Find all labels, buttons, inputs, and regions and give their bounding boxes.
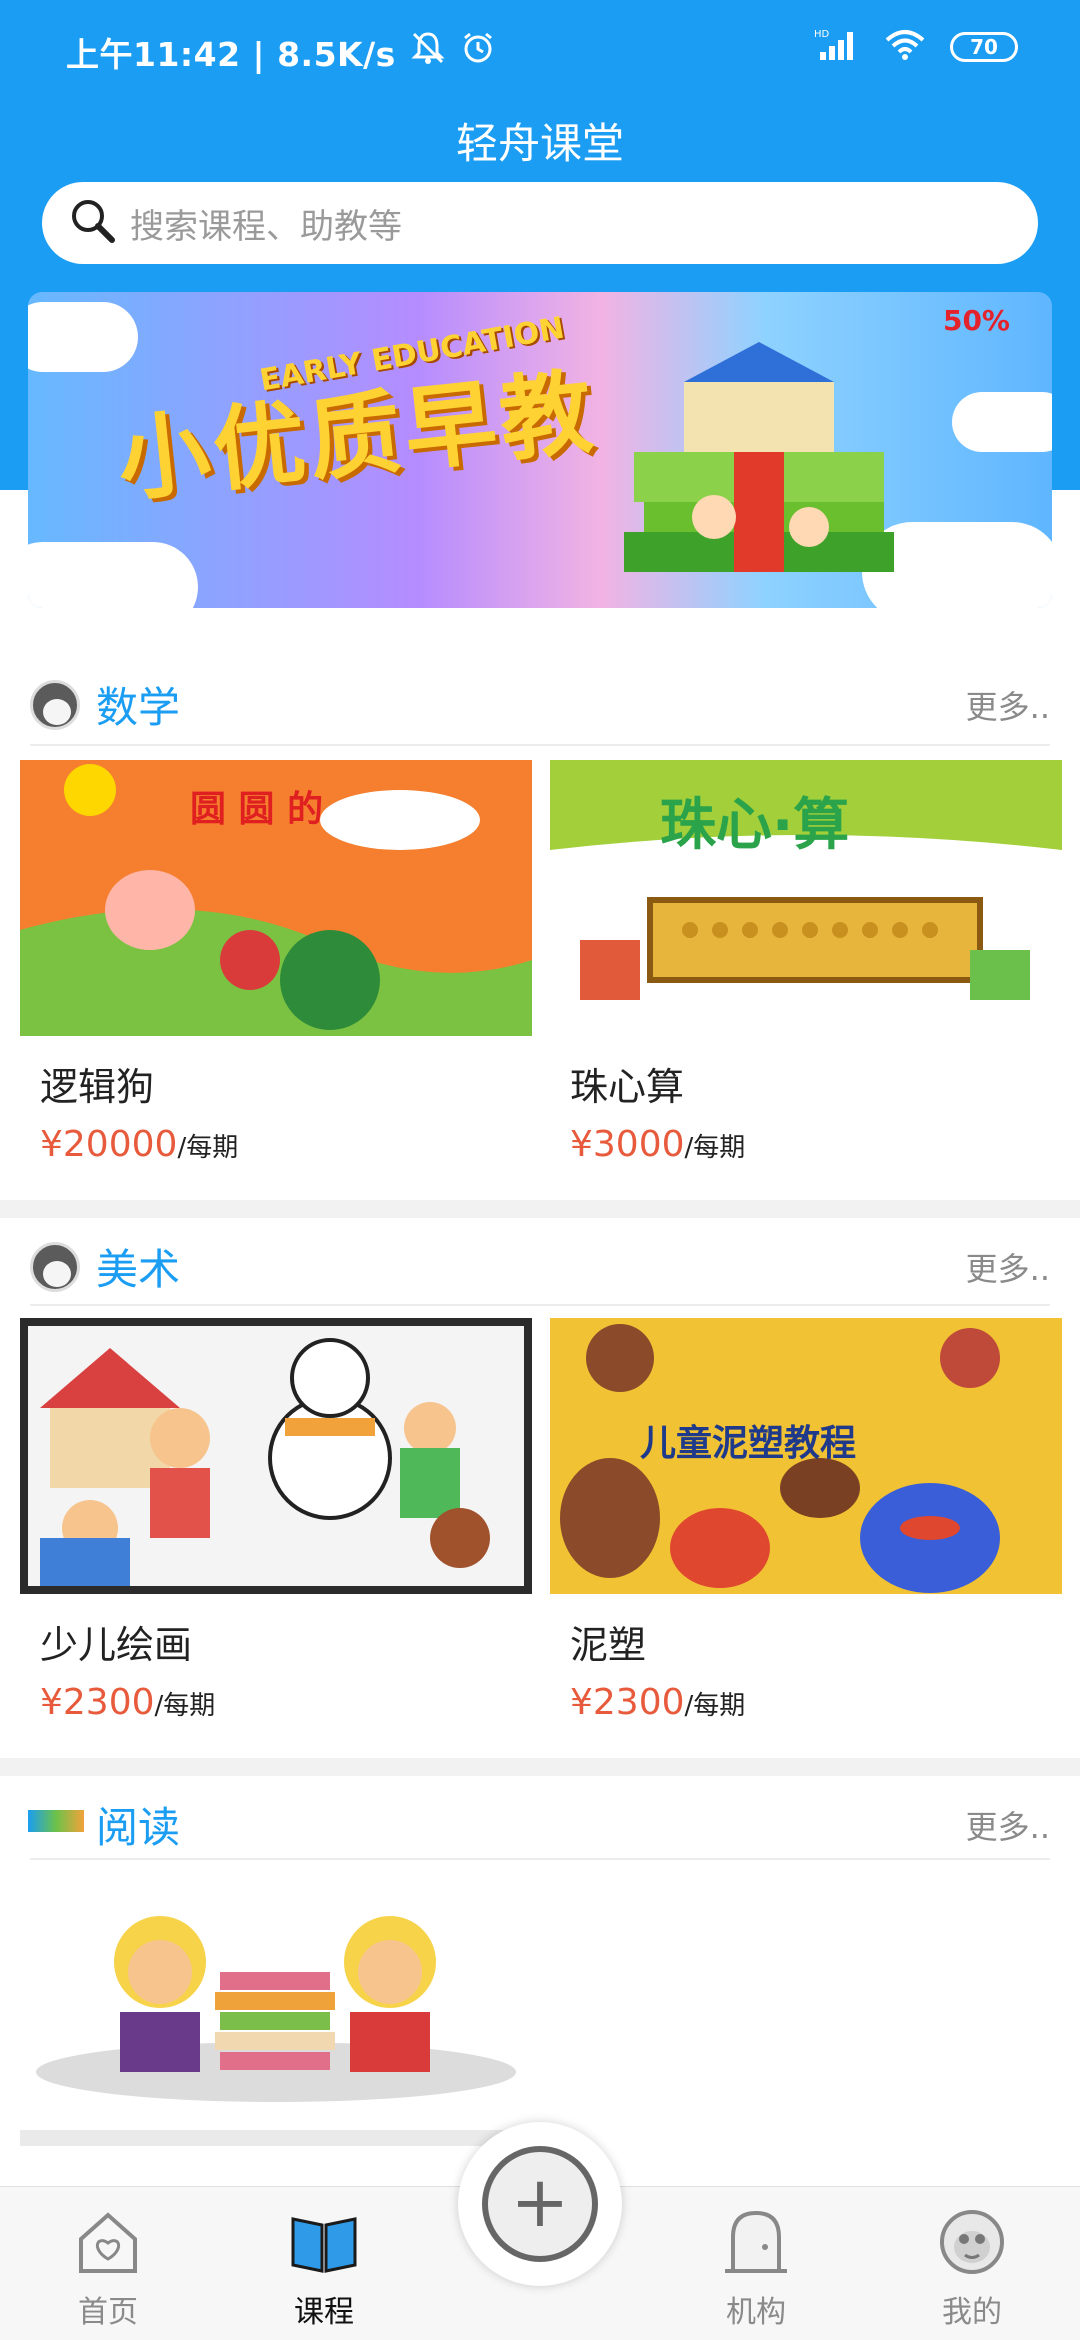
more-link[interactable]: 更多.. (966, 1244, 1050, 1290)
app-title: 轻舟课堂 (455, 119, 624, 168)
more-link[interactable]: 更多.. (966, 682, 1050, 728)
status-time: 上午11:42 | 8.5K/s (66, 35, 396, 74)
monkey-avatar-icon (940, 2210, 1004, 2274)
castle-books-illustration (624, 342, 894, 572)
search-bar[interactable]: 搜索课程、助教等 (42, 182, 1038, 264)
avatar-icon (30, 1242, 80, 1292)
price-period: /每期 (154, 1691, 216, 1721)
divider (30, 1858, 1050, 1860)
book-icon (291, 2217, 357, 2273)
nav-item-courses[interactable]: 课程 (234, 2187, 414, 2340)
section-header-art: 美术 更多.. (0, 1222, 1080, 1312)
home-heart-icon (79, 2212, 137, 2273)
avatar-icon (30, 680, 80, 730)
battery-indicator: 70 (950, 32, 1018, 62)
cloud-decoration (28, 542, 198, 608)
thumbnail-caption: 珠心·算 (660, 793, 850, 858)
price-value: ¥2300 (570, 1682, 685, 1723)
nav-label: 机构 (726, 2295, 786, 2330)
network-type: HD (814, 29, 830, 40)
course-card[interactable]: 少儿绘画 ¥2300/每期 (20, 1318, 532, 1723)
building-door-icon (725, 2210, 787, 2273)
section-gap (0, 1200, 1080, 1218)
alarm-clock-icon (460, 30, 496, 74)
course-card[interactable]: 儿童泥塑教程 泥塑 ¥2300/每期 (550, 1318, 1062, 1723)
course-price: ¥2300/每期 (570, 1682, 745, 1723)
status-bar: 上午11:42 | 8.5K/s HD 70 (0, 0, 1080, 100)
wifi-icon (884, 29, 926, 65)
divider (30, 1304, 1050, 1306)
course-card[interactable] (20, 1872, 532, 2172)
cloud-decoration (952, 392, 1052, 452)
course-name: 珠心算 (570, 1065, 685, 1109)
price-period: /每期 (684, 1133, 746, 1163)
divider (30, 744, 1050, 746)
reading-logo-icon (28, 1810, 84, 1832)
status-right: HD 70 (814, 28, 1018, 66)
status-left: 上午11:42 | 8.5K/s (66, 28, 496, 76)
course-card[interactable]: 珠心·算 珠心算 ¥3000/每期 (550, 760, 1062, 1165)
section-title: 数学 (96, 683, 181, 732)
add-button[interactable]: + (458, 2122, 622, 2286)
promo-banner[interactable]: 小优质早教 EARLY EDUCATION 50% (28, 292, 1052, 608)
nav-item-home[interactable]: 首页 (18, 2187, 198, 2340)
nav-label: 课程 (294, 2295, 354, 2330)
nav-label: 首页 (78, 2295, 138, 2330)
course-price: ¥3000/每期 (570, 1124, 745, 1165)
price-period: /每期 (684, 1691, 746, 1721)
signal-icon: HD (814, 28, 860, 66)
section-title: 美术 (96, 1245, 181, 1294)
course-name: 逻辑狗 (40, 1065, 155, 1109)
section-header-reading: 阅读 更多.. (0, 1780, 1080, 1870)
price-value: ¥3000 (570, 1124, 685, 1165)
course-thumbnail: 圆 圆 的 (20, 760, 532, 1036)
price-period: /每期 (177, 1133, 239, 1163)
course-thumbnail (20, 1872, 532, 2162)
course-name: 少儿绘画 (40, 1623, 193, 1667)
more-link[interactable]: 更多.. (966, 1802, 1050, 1848)
course-card[interactable]: 圆 圆 的 逻辑狗 ¥20000/每期 (20, 760, 532, 1165)
thumbnail-caption: 圆 圆 的 (190, 789, 324, 830)
section-gap (0, 1758, 1080, 1776)
course-thumbnail (20, 1318, 532, 1594)
course-name: 泥塑 (570, 1623, 647, 1667)
course-thumbnail: 儿童泥塑教程 (550, 1318, 1062, 1594)
nav-item-me[interactable]: 我的 (882, 2187, 1062, 2340)
banner-badge: 50% (942, 304, 1010, 337)
search-placeholder: 搜索课程、助教等 (130, 206, 402, 247)
course-thumbnail: 珠心·算 (550, 760, 1062, 1036)
plus-icon: + (482, 2146, 598, 2262)
nav-label: 我的 (942, 2295, 1002, 2330)
course-price: ¥20000/每期 (40, 1124, 238, 1165)
search-icon (68, 196, 118, 250)
price-value: ¥2300 (40, 1682, 155, 1723)
price-value: ¥20000 (40, 1124, 178, 1165)
nav-item-institutions[interactable]: 机构 (666, 2187, 846, 2340)
section-header-math: 数学 更多.. (0, 660, 1080, 750)
course-price: ¥2300/每期 (40, 1682, 215, 1723)
thumbnail-caption: 儿童泥塑教程 (640, 1423, 857, 1464)
cloud-decoration (28, 302, 138, 372)
section-title: 阅读 (96, 1803, 181, 1852)
mute-bell-icon (410, 30, 446, 74)
